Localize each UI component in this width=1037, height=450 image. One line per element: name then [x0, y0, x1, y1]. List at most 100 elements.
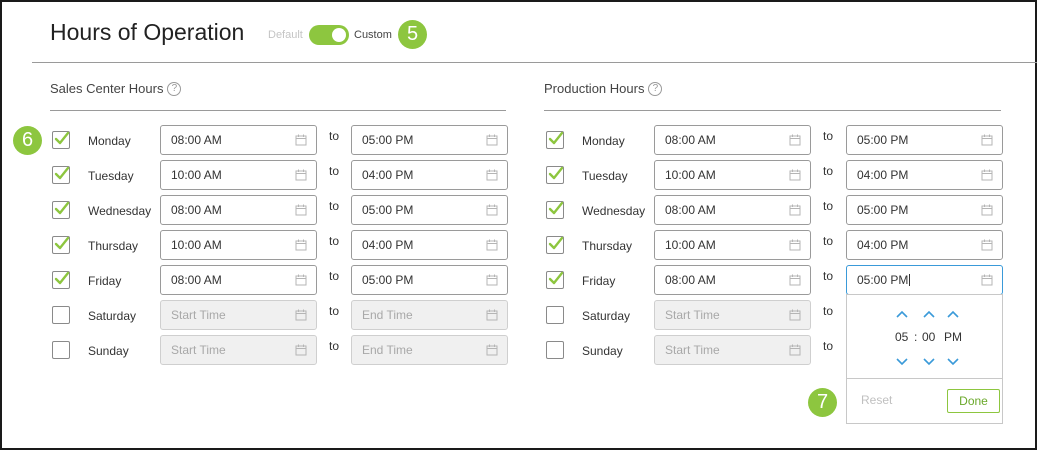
day-checkbox[interactable] [52, 166, 70, 184]
start-time-field[interactable]: Start Time [160, 335, 317, 365]
time-value: 04:00 PM [857, 238, 909, 252]
step-badge-7: 7 [808, 388, 837, 417]
to-label: to [823, 164, 834, 178]
meridiem-down-arrow-icon[interactable] [946, 354, 960, 366]
time-value: 08:00 AM [171, 273, 222, 287]
day-label: Tuesday [88, 169, 134, 183]
day-checkbox[interactable] [546, 236, 564, 254]
start-time-field[interactable]: 08:00 AM [160, 265, 317, 295]
day-checkbox[interactable] [52, 201, 70, 219]
end-time-field[interactable]: End Time [351, 335, 508, 365]
end-time-field[interactable]: 04:00 PM [846, 230, 1003, 260]
day-label: Wednesday [582, 204, 646, 218]
end-time-field[interactable]: 05:00 PM [846, 125, 1003, 155]
end-time-field[interactable]: End Time [351, 300, 508, 330]
time-value: 08:00 AM [665, 273, 716, 287]
to-label: to [329, 339, 340, 353]
time-value: 05:00 PM [362, 273, 414, 287]
end-time-field[interactable]: 04:00 PM [351, 160, 508, 190]
day-checkbox[interactable] [52, 131, 70, 149]
time-value: 05:00 PM [857, 203, 909, 217]
time-value: 10:00 AM [171, 238, 222, 252]
done-button[interactable]: Done [947, 389, 1000, 413]
to-label: to [823, 269, 834, 283]
start-time-field[interactable]: 08:00 AM [160, 125, 317, 155]
start-time-field[interactable]: 10:00 AM [654, 160, 811, 190]
to-label: to [823, 129, 834, 143]
start-time-field[interactable]: 10:00 AM [654, 230, 811, 260]
end-time-field[interactable]: 05:00 PM [846, 265, 1003, 295]
step-badge-5: 5 [398, 20, 427, 49]
time-value: Start Time [171, 343, 226, 357]
time-value: 05:00 PM [857, 273, 911, 287]
time-spinner: 05 : 00 PM [847, 295, 1002, 379]
meridiem-up-arrow-icon[interactable] [946, 306, 960, 318]
end-time-field[interactable]: 05:00 PM [351, 195, 508, 225]
day-checkbox[interactable] [52, 306, 70, 324]
day-checkbox[interactable] [546, 166, 564, 184]
time-value: 05:00 PM [857, 133, 909, 147]
time-value: End Time [362, 343, 413, 357]
day-checkbox[interactable] [546, 271, 564, 289]
start-time-field[interactable]: 08:00 AM [654, 265, 811, 295]
hour-value[interactable]: 05 [895, 330, 908, 344]
day-checkbox[interactable] [52, 236, 70, 254]
help-icon[interactable]: ? [167, 81, 182, 96]
to-label: to [329, 164, 340, 178]
start-time-field[interactable]: 08:00 AM [654, 125, 811, 155]
start-time-field[interactable]: 08:00 AM [654, 195, 811, 225]
to-label: to [329, 234, 340, 248]
start-time-field[interactable]: Start Time [654, 300, 811, 330]
day-checkbox[interactable] [546, 306, 564, 324]
day-label: Monday [88, 134, 131, 148]
day-label: Saturday [582, 309, 631, 323]
time-value: 04:00 PM [362, 168, 414, 182]
end-time-field[interactable]: 04:00 PM [846, 160, 1003, 190]
time-value: 08:00 AM [171, 133, 222, 147]
start-time-field[interactable]: 08:00 AM [160, 195, 317, 225]
help-icon[interactable]: ? [648, 81, 663, 96]
end-time-field[interactable]: 05:00 PM [846, 195, 1003, 225]
end-time-field[interactable]: 04:00 PM [351, 230, 508, 260]
day-checkbox[interactable] [52, 271, 70, 289]
meridiem-value[interactable]: PM [944, 330, 962, 344]
time-value: 10:00 AM [171, 168, 222, 182]
minute-down-arrow-icon[interactable] [922, 354, 936, 366]
time-picker-popup: 05 : 00 PM Reset Done [846, 294, 1003, 424]
day-checkbox[interactable] [52, 341, 70, 359]
to-label: to [329, 269, 340, 283]
day-label: Sunday [582, 344, 623, 358]
hour-down-arrow-icon[interactable] [895, 354, 909, 366]
day-checkbox[interactable] [546, 201, 564, 219]
start-time-field[interactable]: 10:00 AM [160, 160, 317, 190]
time-value: 08:00 AM [171, 203, 222, 217]
sales-center-hours-label: Sales Center Hours [50, 81, 164, 96]
header-divider [32, 62, 1037, 63]
end-time-field[interactable]: 05:00 PM [351, 125, 508, 155]
sales-section-divider [50, 110, 506, 111]
reset-button[interactable]: Reset [861, 393, 892, 407]
sales-center-hours-title: Sales Center Hours ? [50, 81, 182, 96]
time-value: 05:00 PM [362, 203, 414, 217]
start-time-field[interactable]: Start Time [160, 300, 317, 330]
time-value: 04:00 PM [857, 168, 909, 182]
hour-up-arrow-icon[interactable] [895, 306, 909, 318]
day-label: Thursday [88, 239, 139, 253]
to-label: to [329, 304, 340, 318]
time-value: 08:00 AM [665, 133, 716, 147]
time-value: 10:00 AM [665, 168, 716, 182]
start-time-field[interactable]: 10:00 AM [160, 230, 317, 260]
day-checkbox[interactable] [546, 341, 564, 359]
start-time-field[interactable]: Start Time [654, 335, 811, 365]
minute-up-arrow-icon[interactable] [922, 306, 936, 318]
default-custom-toggle[interactable] [309, 25, 349, 45]
day-label: Friday [582, 274, 616, 288]
production-section-divider [544, 110, 1001, 111]
day-checkbox[interactable] [546, 131, 564, 149]
day-label: Tuesday [582, 169, 628, 183]
minute-value[interactable]: 00 [922, 330, 935, 344]
to-label: to [329, 199, 340, 213]
custom-label: Custom [354, 29, 392, 41]
end-time-field[interactable]: 05:00 PM [351, 265, 508, 295]
production-hours-label: Production Hours [544, 81, 645, 96]
